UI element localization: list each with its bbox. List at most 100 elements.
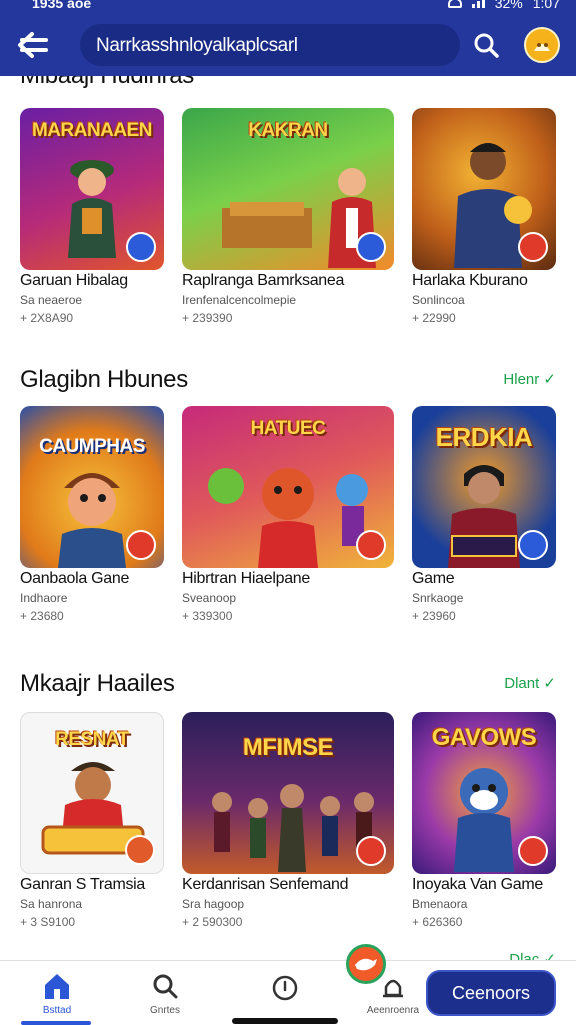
thumbnail-title: RESNAT xyxy=(55,729,129,750)
thumbnail-title: KAKRAN xyxy=(248,120,328,141)
game-title: Oanbaola Gane xyxy=(20,570,130,587)
game-price: + 3 S9100 xyxy=(20,915,76,929)
game-subtitle: Snrkaoge xyxy=(412,591,464,605)
character-illustration xyxy=(212,784,374,872)
game-title: Harlaka Kburano xyxy=(412,272,528,289)
game-price: + 22990 xyxy=(412,311,456,325)
game-thumbnail xyxy=(412,108,556,270)
game-subtitle: Irenfenalcencolmepie xyxy=(182,293,297,307)
nav-item-explore[interactable] xyxy=(240,961,330,1025)
back-button[interactable] xyxy=(14,28,54,62)
status-bar: 1935 aoe 32% 1:07 xyxy=(0,0,576,14)
clock-text: 1:07 xyxy=(532,0,560,11)
thumbnail-title: HATUEC xyxy=(250,418,326,439)
nav-label: Gnrtes xyxy=(149,1005,180,1016)
platform-badge xyxy=(356,836,386,866)
search-input[interactable]: Narrkasshnloyalkaplcsarl xyxy=(80,24,460,66)
battery-text: 32% xyxy=(494,0,523,11)
game-price: + 23680 xyxy=(20,609,64,623)
game-price: + 2 590300 xyxy=(182,915,243,929)
signal-icon xyxy=(471,0,485,8)
game-title: Kerdanrisan Senfemand xyxy=(182,876,349,893)
main-content: Mibaaji Hudinras MARANAAEN Garuan Hibala… xyxy=(0,76,576,960)
section-2: Glagibn Hbunes Hlenr ✓ CAUMPHAS Oanbaola… xyxy=(0,366,576,636)
platform-badge xyxy=(518,232,548,262)
game-thumbnail: HATUEC xyxy=(182,406,394,568)
back-arrow-icon xyxy=(18,32,48,58)
game-subtitle: Sra hagoop xyxy=(182,897,245,911)
see-more-link[interactable]: Dlac ✓ xyxy=(509,950,556,960)
character-illustration xyxy=(68,160,116,258)
search-icon xyxy=(474,33,499,58)
game-thumbnail: RESNAT xyxy=(20,712,164,874)
section-title: Mibaaji Hudinras xyxy=(20,76,194,90)
alarm-icon xyxy=(447,0,462,8)
home-icon xyxy=(45,974,69,999)
section-4: Dlac ✓ xyxy=(0,948,576,960)
bird-icon xyxy=(355,958,377,971)
search-button[interactable] xyxy=(468,28,506,64)
thumbnail-title: MFIMSE xyxy=(242,734,334,761)
section-3: Mkaajr Haailes Dlant ✓ RESNAT Ganran S T… xyxy=(0,670,576,940)
thumbnail-title: GAVOWS xyxy=(431,724,537,751)
game-thumbnail: MFIMSE xyxy=(182,712,394,874)
see-more-link[interactable]: Dlant ✓ xyxy=(504,674,556,692)
game-price: + 626360 xyxy=(412,915,463,929)
game-subtitle: Sa neaeroe xyxy=(20,293,83,307)
see-more-link[interactable]: Hlenr ✓ xyxy=(503,370,556,388)
game-subtitle: Sa hanrona xyxy=(20,897,83,911)
active-tab-indicator xyxy=(21,1021,91,1025)
game-title: Raplranga Bamrksanea xyxy=(182,272,345,289)
game-thumbnail: GAVOWS xyxy=(412,712,556,874)
character-illustration xyxy=(58,473,126,568)
character-illustration xyxy=(222,168,376,268)
character-illustration xyxy=(208,468,368,568)
game-price: + 2X8A90 xyxy=(20,311,74,325)
game-price: + 339300 xyxy=(182,609,233,623)
platform-badge xyxy=(518,836,548,866)
nav-label: Aeenroenra xyxy=(366,1005,420,1016)
nav-label: Bsttad xyxy=(42,1005,72,1016)
game-subtitle: Bmenaora xyxy=(412,897,468,911)
home-indicator xyxy=(232,1018,338,1024)
game-title: Garuan Hibalag xyxy=(20,272,128,289)
search-input-value: Narrkasshnloyalkaplcsarl xyxy=(96,35,298,56)
section-title: Mkaajr Haailes xyxy=(20,670,175,697)
app-header: 1935 aoe 32% 1:07 Narrkasshnloyalkaplcsa… xyxy=(0,0,576,76)
nav-item-home[interactable]: Bsttad xyxy=(12,961,102,1025)
game-thumbnail: ERDKIA xyxy=(412,406,556,568)
thumbnail-title: MARANAAEN xyxy=(31,120,153,141)
game-thumbnail: MARANAAEN xyxy=(20,108,164,270)
section-title: Glagibn Hbunes xyxy=(20,366,188,393)
mascot-icon xyxy=(534,43,550,51)
game-title: Hibrtran Hiaelpane xyxy=(182,570,311,587)
nav-item-search[interactable]: Gnrtes xyxy=(120,961,210,1025)
platform-badge xyxy=(518,530,548,560)
search-icon xyxy=(153,974,178,999)
game-thumbnail: CAUMPHAS xyxy=(20,406,164,568)
game-title: Ganran S Tramsia xyxy=(20,876,146,893)
game-subtitle: Sonlincoa xyxy=(412,293,465,307)
platform-badge xyxy=(356,530,386,560)
platform-badge xyxy=(125,835,155,865)
platform-badge xyxy=(356,232,386,262)
game-title: Inoyaka Van Game xyxy=(412,876,543,893)
platform-badge xyxy=(126,232,156,262)
game-subtitle: Sveanoop xyxy=(182,591,237,605)
thumbnail-title: CAUMPHAS xyxy=(39,436,145,457)
notification-badge[interactable] xyxy=(346,944,386,984)
game-title: Game xyxy=(412,570,455,587)
section-1: Mibaaji Hudinras MARANAAEN Garuan Hibala… xyxy=(0,76,576,332)
character-illustration xyxy=(454,768,514,872)
platform-badge xyxy=(126,530,156,560)
game-price: + 239390 xyxy=(182,311,233,325)
status-indicators: 32% 1:07 xyxy=(447,0,560,11)
thumbnail-title: ERDKIA xyxy=(435,422,533,452)
compass-icon xyxy=(272,975,298,1001)
game-subtitle: Indhaore xyxy=(20,591,68,605)
avatar[interactable] xyxy=(524,27,560,63)
game-price: + 23960 xyxy=(412,609,456,623)
cta-button[interactable]: Ceenoors xyxy=(426,970,556,1016)
game-thumbnail: KAKRAN xyxy=(182,108,394,270)
status-time: 1935 aoe xyxy=(32,0,92,11)
